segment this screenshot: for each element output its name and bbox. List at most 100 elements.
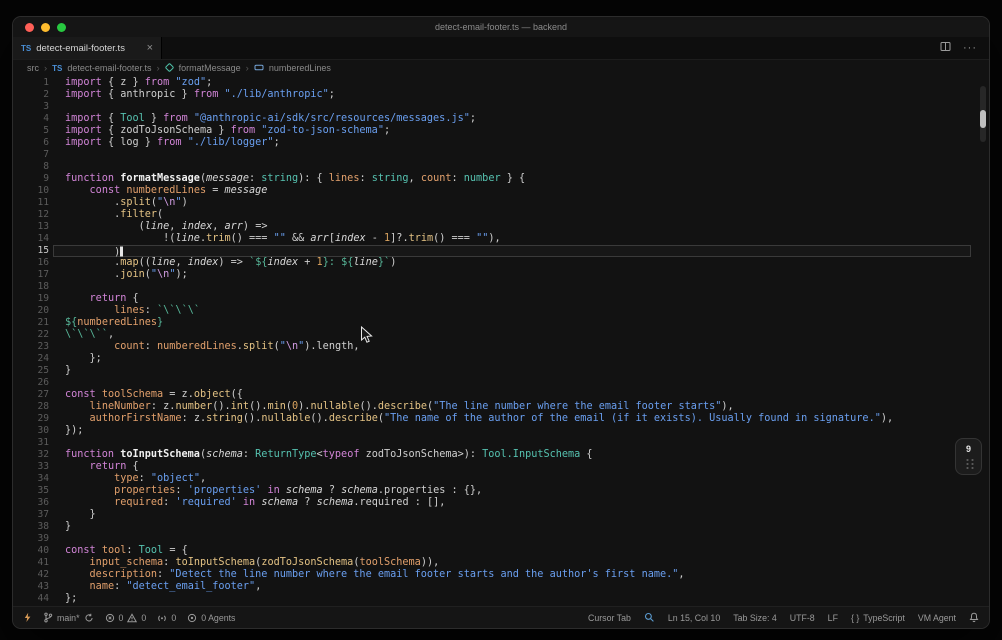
code-line-content[interactable]: ) [53, 245, 971, 258]
code-line[interactable]: 41 input_schema: toInputSchema(zodToJson… [13, 557, 989, 569]
code-line[interactable]: 1 import { z } from "zod"; [13, 77, 989, 89]
code-line-content[interactable]: } [53, 521, 971, 533]
zoom-window-button[interactable] [57, 23, 66, 32]
code-line[interactable]: 23 count: numberedLines.split("\n").leng… [13, 341, 989, 353]
code-line-content[interactable]: } [53, 509, 971, 521]
drag-handle-dots[interactable] [963, 456, 974, 469]
code-line[interactable]: 22 \`\`\``, [13, 329, 989, 341]
code-line-content[interactable]: \`\`\``, [53, 329, 971, 341]
code-line[interactable]: 34 type: "object", [13, 473, 989, 485]
code-line-content[interactable] [53, 281, 971, 293]
code-line-content[interactable]: const numberedLines = message [53, 185, 971, 197]
code-line-content[interactable]: import { z } from "zod"; [53, 77, 971, 89]
widget-badge[interactable]: 9 [966, 444, 971, 454]
code-line[interactable]: 8 [13, 161, 989, 173]
breadcrumb-file[interactable]: detect-email-footer.ts [67, 63, 151, 73]
code-line-content[interactable]: function formatMessage(message: string):… [53, 173, 971, 185]
code-line-content[interactable]: .map((line, index) => `${index + 1}: ${l… [53, 257, 971, 269]
close-tab-icon[interactable]: × [147, 42, 153, 54]
code-line-content[interactable]: properties: 'properties' in schema ? sch… [53, 485, 971, 497]
code-line[interactable]: 15 ) [13, 245, 989, 258]
code-line-content[interactable] [53, 377, 971, 389]
code-line[interactable]: 14 !(line.trim() === "" && arr[index - 1… [13, 233, 989, 245]
code-line-content[interactable]: description: "Detect the line number whe… [53, 569, 971, 581]
code-line-content[interactable]: import { Tool } from "@anthropic-ai/sdk/… [53, 113, 971, 125]
code-line[interactable]: 40 const tool: Tool = { [13, 545, 989, 557]
code-line[interactable]: 7 [13, 149, 989, 161]
code-line[interactable]: 32 function toInputSchema(schema: ReturnT… [13, 449, 989, 461]
code-line-content[interactable]: input_schema: toInputSchema(zodToJsonSch… [53, 557, 971, 569]
code-line-content[interactable]: import { anthropic } from "./lib/anthrop… [53, 89, 971, 101]
code-line[interactable]: 26 [13, 377, 989, 389]
code-line[interactable]: 28 lineNumber: z.number().int().min(0).n… [13, 401, 989, 413]
code-line[interactable]: 37 } [13, 509, 989, 521]
code-line-content[interactable]: return { [53, 293, 971, 305]
code-line[interactable]: 29 authorFirstName: z.string().nullable(… [13, 413, 989, 425]
agents-indicator[interactable]: 0 Agents [187, 613, 235, 623]
code-line-content[interactable] [53, 149, 971, 161]
code-area[interactable]: 1 import { z } from "zod"; 2 import { anthr… [13, 77, 989, 605]
scrollbar-thumb[interactable] [980, 110, 986, 128]
code-line[interactable]: 2 import { anthropic } from "./lib/anthro… [13, 89, 989, 101]
code-line-content[interactable]: import { log } from "./lib/logger"; [53, 137, 971, 149]
code-line[interactable]: 38} [13, 521, 989, 533]
code-line-content[interactable]: }); [53, 425, 971, 437]
code-line[interactable]: 18 [13, 281, 989, 293]
code-line[interactable]: 33 return { [13, 461, 989, 473]
code-line-content[interactable]: .filter( [53, 209, 971, 221]
code-line-content[interactable] [53, 437, 971, 449]
language-indicator[interactable]: { } TypeScript [851, 613, 905, 623]
code-line[interactable]: 4 import { Tool } from "@anthropic-ai/sdk… [13, 113, 989, 125]
search-icon[interactable] [644, 612, 655, 623]
breadcrumb-method[interactable]: formatMessage [179, 63, 241, 73]
code-line-content[interactable]: }; [53, 353, 971, 365]
more-actions-icon[interactable]: ··· [963, 42, 977, 54]
code-line[interactable]: 39 [13, 533, 989, 545]
floating-widget[interactable]: 9 [955, 438, 982, 475]
code-line[interactable]: 43 name: "detect_email_footer", [13, 581, 989, 593]
code-line[interactable]: 30}); [13, 425, 989, 437]
cursor-position[interactable]: Ln 15, Col 10 [668, 613, 720, 623]
tab-detect-email-footer[interactable]: TS detect-email-footer.ts × [13, 37, 162, 59]
eol-indicator[interactable]: LF [828, 613, 838, 623]
code-line[interactable]: 17 .join("\n"); [13, 269, 989, 281]
code-line-content[interactable]: } [53, 365, 971, 377]
code-line-content[interactable]: lineNumber: z.number().int().min(0).null… [53, 401, 971, 413]
code-line-content[interactable]: const tool: Tool = { [53, 545, 971, 557]
breadcrumb-variable[interactable]: numberedLines [269, 63, 331, 73]
code-line[interactable]: 6 import { log } from "./lib/logger"; [13, 137, 989, 149]
code-line[interactable]: 36 required: 'required' in schema ? sche… [13, 497, 989, 509]
code-line-content[interactable]: const toolSchema = z.object({ [53, 389, 971, 401]
code-line[interactable]: 19 return { [13, 293, 989, 305]
bell-icon[interactable] [969, 612, 979, 623]
encoding-indicator[interactable]: UTF-8 [790, 613, 815, 623]
code-line[interactable]: 12 .filter( [13, 209, 989, 221]
code-line-content[interactable] [53, 161, 971, 173]
code-line-content[interactable]: import { zodToJsonSchema } from "zod-to-… [53, 125, 971, 137]
code-line[interactable]: 27 const toolSchema = z.object({ [13, 389, 989, 401]
code-line[interactable]: 9 function formatMessage(message: string)… [13, 173, 989, 185]
breadcrumb-src[interactable]: src [27, 63, 39, 73]
code-line-content[interactable]: required: 'required' in schema ? schema.… [53, 497, 971, 509]
broadcast-indicator[interactable]: 0 [157, 613, 176, 623]
cursor-tab-toggle[interactable]: Cursor Tab [588, 613, 631, 623]
git-branch-indicator[interactable]: main* [43, 612, 94, 623]
code-line-content[interactable]: ${numberedLines} [53, 317, 971, 329]
code-line-content[interactable]: type: "object", [53, 473, 971, 485]
code-line-content[interactable]: }; [53, 593, 971, 605]
code-line[interactable]: 42 description: "Detect the line number … [13, 569, 989, 581]
code-line-content[interactable]: .join("\n"); [53, 269, 971, 281]
code-line[interactable]: 44}; [13, 593, 989, 605]
code-line-content[interactable]: lines: `\`\`\` [53, 305, 971, 317]
tab-size-indicator[interactable]: Tab Size: 4 [733, 613, 777, 623]
code-line[interactable]: 16 .map((line, index) => `${index + 1}: … [13, 257, 989, 269]
code-line-content[interactable] [53, 101, 971, 113]
code-line[interactable]: 21 ${numberedLines} [13, 317, 989, 329]
code-line[interactable]: 31 [13, 437, 989, 449]
code-line-content[interactable]: count: numberedLines.split("\n").length, [53, 341, 971, 353]
problems-indicator[interactable]: 0 0 [105, 613, 146, 623]
code-line-content[interactable]: name: "detect_email_footer", [53, 581, 971, 593]
code-line-content[interactable]: return { [53, 461, 971, 473]
close-window-button[interactable] [25, 23, 34, 32]
code-line[interactable]: 13 (line, index, arr) => [13, 221, 989, 233]
